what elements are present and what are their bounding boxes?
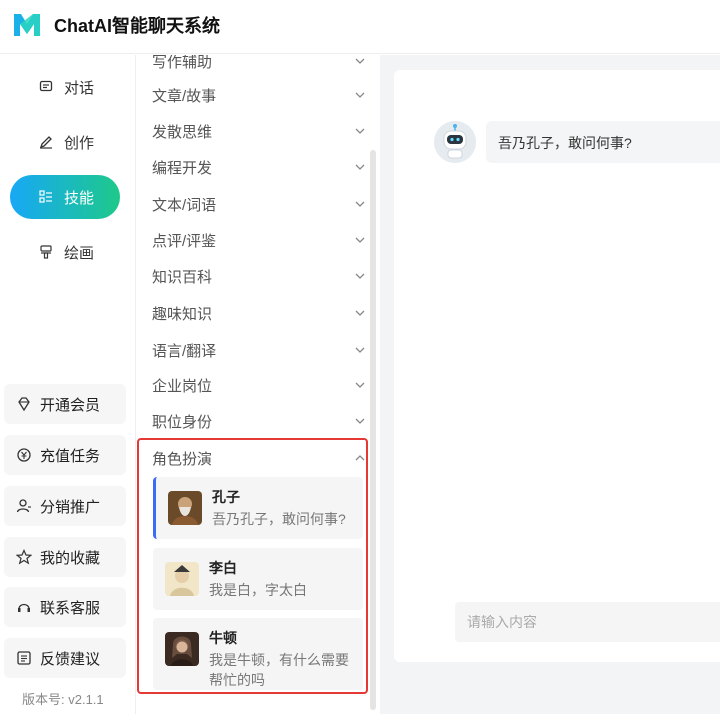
favorites-label: 我的收藏: [40, 549, 101, 567]
avatar: [165, 562, 199, 596]
favorites-button[interactable]: 我的收藏: [4, 537, 126, 577]
nav-item-paint[interactable]: 绘画: [10, 230, 120, 274]
nav-item-label: 技能: [64, 189, 95, 207]
feedback-icon: [16, 650, 32, 666]
headset-icon: [16, 599, 32, 615]
nav-item-label: 创作: [64, 134, 95, 152]
role-card-libai[interactable]: 李白 我是白，字太白: [153, 548, 363, 610]
category-programming[interactable]: 编程开发: [152, 153, 367, 181]
category-divergent[interactable]: 发散思维: [152, 117, 367, 145]
chevron-down-icon: [355, 347, 365, 353]
category-fun[interactable]: 趣味知识: [152, 299, 367, 327]
chevron-down-icon: [355, 58, 365, 64]
coin-icon: [16, 447, 32, 463]
recharge-label: 充值任务: [40, 447, 101, 465]
role-desc: 我是牛顿，有什么需要帮忙的吗: [209, 652, 349, 688]
role-card-confucius[interactable]: 孔子 吾乃孔子，敢问何事?: [153, 477, 363, 539]
nav-item-label: 对话: [64, 79, 95, 97]
category-label: 点评/评鉴: [152, 232, 217, 250]
avatar: [165, 632, 199, 666]
category-scrollbar[interactable]: [370, 150, 376, 710]
nav-item-label: 绘画: [64, 244, 95, 262]
robot-avatar-icon: [434, 121, 476, 163]
chevron-down-icon: [355, 310, 365, 316]
role-desc: 我是白，字太白: [209, 582, 307, 598]
category-label: 编程开发: [152, 159, 213, 177]
role-name: 牛顿: [209, 630, 237, 646]
category-writing[interactable]: 写作辅助: [152, 55, 367, 75]
version-text: 版本号: v2.1.1: [22, 692, 104, 707]
category-language[interactable]: 语言/翻译: [152, 336, 367, 364]
distribution-button[interactable]: 分销推广: [4, 486, 126, 526]
category-text[interactable]: 文本/词语: [152, 190, 367, 218]
chevron-down-icon: [355, 237, 365, 243]
app-header: ChatAI智能聊天系统: [0, 0, 720, 54]
chevron-down-icon: [355, 164, 365, 170]
category-label: 知识百科: [152, 268, 213, 286]
user-icon: [16, 498, 32, 514]
category-label: 文章/故事: [152, 87, 217, 105]
category-enterprise[interactable]: 企业岗位: [152, 371, 367, 399]
category-label: 文本/词语: [152, 196, 217, 214]
support-button[interactable]: 联系客服: [4, 587, 126, 627]
distribution-label: 分销推广: [40, 498, 101, 516]
nav-item-create[interactable]: 创作: [10, 120, 120, 164]
message-icon: [38, 79, 54, 95]
feedback-label: 反馈建议: [40, 650, 101, 668]
chat-input[interactable]: [455, 602, 720, 642]
logo-icon: [14, 14, 40, 36]
category-label: 发散思维: [152, 123, 213, 141]
role-desc: 吾乃孔子，敢问何事?: [212, 511, 346, 527]
brush-icon: [38, 244, 54, 260]
chevron-down-icon: [355, 128, 365, 134]
category-label: 企业岗位: [152, 377, 213, 395]
vip-button[interactable]: 开通会员: [4, 384, 126, 424]
star-icon: [16, 549, 32, 565]
feedback-button[interactable]: 反馈建议: [4, 638, 126, 678]
category-label: 写作辅助: [152, 55, 213, 71]
category-article[interactable]: 文章/故事: [152, 81, 367, 109]
chevron-down-icon: [355, 382, 365, 388]
recharge-button[interactable]: 充值任务: [4, 435, 126, 475]
category-position[interactable]: 职位身份: [152, 407, 367, 435]
chevron-down-icon: [355, 418, 365, 424]
category-label: 趣味知识: [152, 305, 213, 323]
chevron-down-icon: [355, 92, 365, 98]
nav-item-skills[interactable]: 技能: [10, 175, 120, 219]
category-label: 职位身份: [152, 413, 213, 431]
avatar: [168, 491, 202, 525]
vip-label: 开通会员: [40, 396, 101, 414]
app-title: ChatAI智能聊天系统: [54, 16, 220, 36]
category-label: 语言/翻译: [152, 342, 217, 360]
chevron-down-icon: [355, 201, 365, 207]
category-review[interactable]: 点评/评鉴: [152, 226, 367, 254]
role-name: 李白: [209, 560, 237, 576]
skills-icon: [38, 189, 54, 205]
role-name: 孔子: [212, 489, 240, 505]
role-card-newton[interactable]: 牛顿 我是牛顿，有什么需要帮忙的吗: [153, 618, 363, 690]
pen-icon: [38, 134, 54, 150]
support-label: 联系客服: [40, 599, 101, 617]
chevron-down-icon: [355, 273, 365, 279]
nav-item-chat[interactable]: 对话: [10, 65, 120, 109]
bot-message: 吾乃孔子，敢问何事?: [486, 121, 720, 163]
diamond-icon: [16, 396, 32, 412]
category-knowledge[interactable]: 知识百科: [152, 262, 367, 290]
